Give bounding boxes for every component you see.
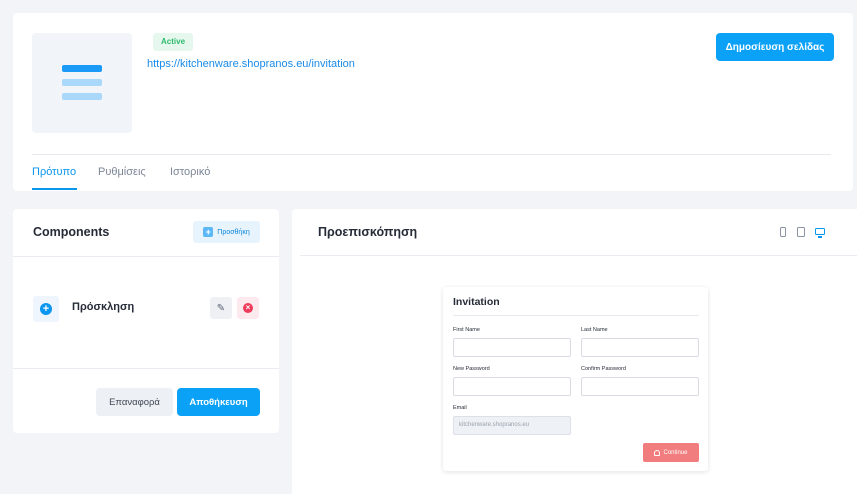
delete-component-button[interactable]: × <box>237 297 259 319</box>
tab-template[interactable]: Πρότυπο <box>32 166 76 178</box>
confirm-password-label: Confirm Password <box>581 366 626 372</box>
component-drag-handle[interactable]: + <box>33 296 59 322</box>
plus-circle-icon: + <box>40 303 52 315</box>
tab-settings[interactable]: Ρυθμίσεις <box>98 166 146 178</box>
mobile-icon[interactable] <box>780 227 786 237</box>
desktop-icon[interactable] <box>815 228 825 238</box>
active-tab-indicator <box>32 188 77 190</box>
first-name-field[interactable] <box>453 338 571 357</box>
thumbnail-line <box>62 93 102 100</box>
confirm-password-field[interactable] <box>581 377 699 396</box>
components-panel: Components + Προσθήκη + Πρόσκληση ✎ × Επ… <box>13 209 279 433</box>
page-header-card: Active https://kitchenware.shopranos.eu/… <box>13 13 853 191</box>
reset-button[interactable]: Επαναφορά <box>96 388 173 416</box>
page-thumbnail <box>32 33 132 133</box>
thumbnail-line <box>62 79 102 86</box>
new-password-label: New Password <box>453 366 490 372</box>
continue-button[interactable]: Continue <box>643 443 699 462</box>
component-name: Πρόσκληση <box>72 301 135 313</box>
plus-icon: + <box>203 227 214 237</box>
last-name-field[interactable] <box>581 338 699 357</box>
tablet-icon[interactable] <box>797 227 805 237</box>
components-footer-divider <box>13 368 279 369</box>
components-divider <box>13 256 279 257</box>
close-circle-icon: × <box>243 303 253 313</box>
components-title: Components <box>33 225 110 239</box>
email-label: Email <box>453 405 467 411</box>
form-divider <box>453 315 699 316</box>
preview-panel: Προεπισκόπηση Invitation First Name Last… <box>292 209 857 494</box>
preview-divider <box>300 255 857 256</box>
add-component-button[interactable]: + Προσθήκη <box>193 221 260 243</box>
preview-title: Προεπισκόπηση <box>318 225 418 239</box>
header-divider <box>32 154 831 155</box>
new-password-field[interactable] <box>453 377 571 396</box>
edit-component-button[interactable]: ✎ <box>210 297 232 319</box>
invitation-form-preview: Invitation First Name Last Name New Pass… <box>443 287 708 471</box>
email-field: kitchenware.shopranos.eu <box>453 416 571 435</box>
page-url-link[interactable]: https://kitchenware.shopranos.eu/invitat… <box>147 58 355 70</box>
save-button[interactable]: Αποθήκευση <box>177 388 260 416</box>
user-icon <box>654 449 661 456</box>
pencil-icon: ✎ <box>216 302 226 314</box>
thumbnail-line <box>62 65 102 72</box>
continue-label: Continue <box>663 449 688 456</box>
form-title: Invitation <box>453 296 500 308</box>
add-component-label: Προσθήκη <box>217 228 250 236</box>
first-name-label: First Name <box>453 327 480 333</box>
status-badge: Active <box>153 33 194 51</box>
last-name-label: Last Name <box>581 327 608 333</box>
publish-page-button[interactable]: Δημοσίευση σελίδας <box>716 33 834 61</box>
tab-history[interactable]: Ιστορικό <box>170 166 210 178</box>
